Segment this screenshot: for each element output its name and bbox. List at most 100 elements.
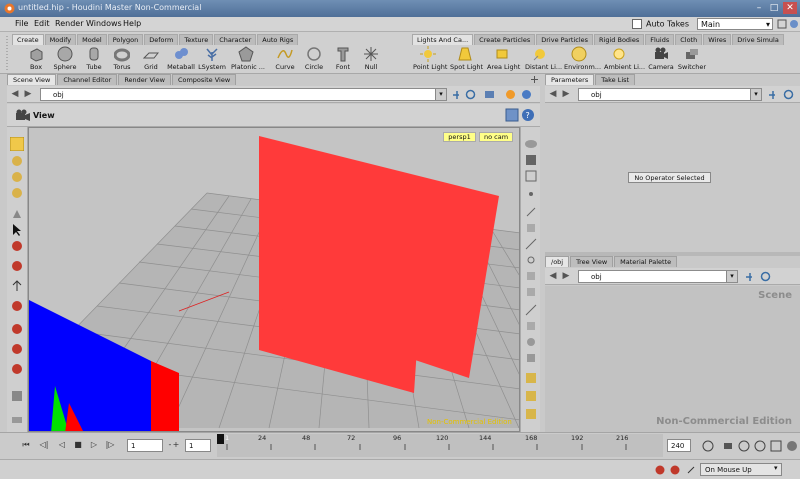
tool-lsystem[interactable]: LSystem: [197, 46, 227, 71]
tab-tree-view[interactable]: Tree View: [570, 256, 614, 267]
step-forward-button[interactable]: |▷: [104, 439, 116, 451]
display-options-icon[interactable]: [484, 89, 495, 100]
timeline-cursor[interactable]: [217, 434, 224, 444]
origin-icon[interactable]: [524, 253, 538, 267]
normals-icon[interactable]: [524, 205, 538, 219]
params-link-icon[interactable]: [783, 89, 794, 100]
camera-menu[interactable]: no cam: [479, 132, 513, 142]
scene-icon[interactable]: [524, 319, 538, 333]
tab-obj[interactable]: /obj: [545, 256, 570, 267]
wireframe-icon[interactable]: [524, 169, 538, 183]
tool-ambient-light[interactable]: Ambient Li...: [604, 46, 645, 71]
cook-status-icon[interactable]: [670, 465, 680, 475]
network-forward-button[interactable]: ▶: [561, 271, 571, 281]
display-option-icon[interactable]: [524, 269, 538, 283]
forward-button[interactable]: ▶: [23, 89, 33, 99]
points-icon[interactable]: [524, 187, 538, 201]
tool-camera[interactable]: Camera: [646, 46, 676, 71]
scene-viewport[interactable]: persp1 no cam Non-Commercial Edition: [28, 127, 520, 432]
shelf-tab-auto-rigs[interactable]: Auto Rigs: [257, 34, 299, 45]
tool-font[interactable]: Font: [328, 46, 358, 71]
shelf-tab-lights-cameras[interactable]: Lights And Ca...: [412, 34, 474, 45]
pointer-icon[interactable]: [10, 223, 24, 237]
shelf-tab-texture[interactable]: Texture: [179, 34, 214, 45]
shelf-tab-wires[interactable]: Wires: [703, 34, 732, 45]
network-link-icon[interactable]: [760, 271, 771, 282]
tool-spot-light[interactable]: Spot Light: [450, 46, 483, 71]
shelf-grip-icon[interactable]: [4, 34, 10, 72]
shelf-tab-create-particles[interactable]: Create Particles: [474, 34, 536, 45]
shelf-tab-polygon[interactable]: Polygon: [107, 34, 144, 45]
tool-curve[interactable]: Curve: [270, 46, 300, 71]
tab-channel-editor[interactable]: Channel Editor: [57, 74, 118, 85]
auto-takes-checkbox[interactable]: [632, 19, 642, 29]
tab-take-list[interactable]: Take List: [595, 74, 636, 85]
view-help-icon[interactable]: ?: [521, 108, 535, 122]
shelf-tab-character[interactable]: Character: [214, 34, 257, 45]
scene-path-field[interactable]: obj ▾: [40, 88, 447, 101]
link-icon[interactable]: [465, 89, 476, 100]
tool-distant-light[interactable]: Distant Li...: [525, 46, 562, 71]
view-tool-icon[interactable]: [10, 154, 24, 168]
shelf-tab-modify[interactable]: Modify: [44, 34, 77, 45]
params-pin-icon[interactable]: [767, 89, 778, 100]
tool-metaball[interactable]: Metaball: [166, 46, 196, 71]
params-path-field[interactable]: obj ▾: [578, 88, 762, 101]
go-start-button[interactable]: ⏮: [20, 439, 32, 451]
tool-area-light[interactable]: Area Light: [487, 46, 520, 71]
maximize-pane-icon[interactable]: [777, 19, 787, 29]
tab-material-palette[interactable]: Material Palette: [614, 256, 678, 267]
view-settings-icon[interactable]: [505, 108, 519, 122]
triangle-icon[interactable]: [10, 207, 24, 221]
vector-icon[interactable]: [524, 303, 538, 317]
realtime-icon[interactable]: [702, 440, 714, 452]
new-tab-icon[interactable]: [530, 75, 539, 84]
view-camera-icon[interactable]: [15, 109, 31, 123]
shelf-tab-model[interactable]: Model: [77, 34, 107, 45]
handle-edit-icon[interactable]: [10, 362, 24, 376]
tab-scene-view[interactable]: Scene View: [7, 74, 57, 85]
shelf-tab-rigid-bodies[interactable]: Rigid Bodies: [594, 34, 645, 45]
stop-cook-icon[interactable]: [655, 465, 665, 475]
select-tool-icon[interactable]: [10, 137, 24, 151]
maximize-button[interactable]: □: [767, 2, 781, 14]
params-back-button[interactable]: ◀: [548, 89, 558, 99]
network-pin-icon[interactable]: [744, 271, 755, 282]
menu-file[interactable]: File: [15, 19, 28, 28]
grid-display-icon[interactable]: [524, 389, 538, 403]
network-editor[interactable]: Scene Non-Commercial Edition: [545, 286, 800, 432]
params-forward-button[interactable]: ▶: [561, 89, 571, 99]
display-eye-icon[interactable]: [524, 137, 538, 151]
rotate-tool-icon[interactable]: [10, 279, 24, 293]
shading-icon[interactable]: [524, 153, 538, 167]
translate-tool-icon[interactable]: [10, 259, 24, 273]
shelf-tab-fluids[interactable]: Fluids: [645, 34, 675, 45]
timeline-ruler[interactable]: 1 24 48 72 96 120 144 168 192 216: [217, 434, 663, 457]
transform-tool-icon[interactable]: [10, 322, 24, 336]
keyframe-icon[interactable]: [738, 440, 750, 452]
pin-icon[interactable]: [451, 89, 462, 100]
guide-icon[interactable]: [524, 237, 538, 251]
frame-increment-button[interactable]: +: [170, 439, 182, 451]
persp-menu[interactable]: persp1: [443, 132, 476, 142]
back-button[interactable]: ◀: [10, 89, 20, 99]
current-frame-field[interactable]: 1: [127, 439, 163, 452]
viewport-canvas[interactable]: [29, 128, 520, 432]
desktop-select[interactable]: Main: [697, 18, 773, 31]
play-reverse-button[interactable]: ◁: [56, 439, 68, 451]
step-back-button[interactable]: ◁|: [38, 439, 50, 451]
timeline-settings-icon[interactable]: [770, 440, 782, 452]
tool-environment-light[interactable]: Environm...: [564, 46, 601, 71]
menu-render[interactable]: Render: [55, 19, 83, 28]
start-frame-field[interactable]: 1: [185, 439, 211, 452]
close-button[interactable]: ✕: [783, 2, 797, 14]
network-chevron-down-icon[interactable]: ▾: [726, 271, 737, 282]
global-animation-icon[interactable]: [786, 440, 798, 452]
snap-tool-icon[interactable]: [10, 342, 24, 356]
params-chevron-down-icon[interactable]: ▾: [750, 89, 761, 100]
render-icon[interactable]: [505, 89, 516, 100]
minimize-button[interactable]: –: [752, 2, 766, 14]
brush-tool-icon[interactable]: [10, 170, 24, 184]
shelf-tab-cloth[interactable]: Cloth: [675, 34, 703, 45]
update-mode-select[interactable]: On Mouse Up: [700, 463, 782, 476]
